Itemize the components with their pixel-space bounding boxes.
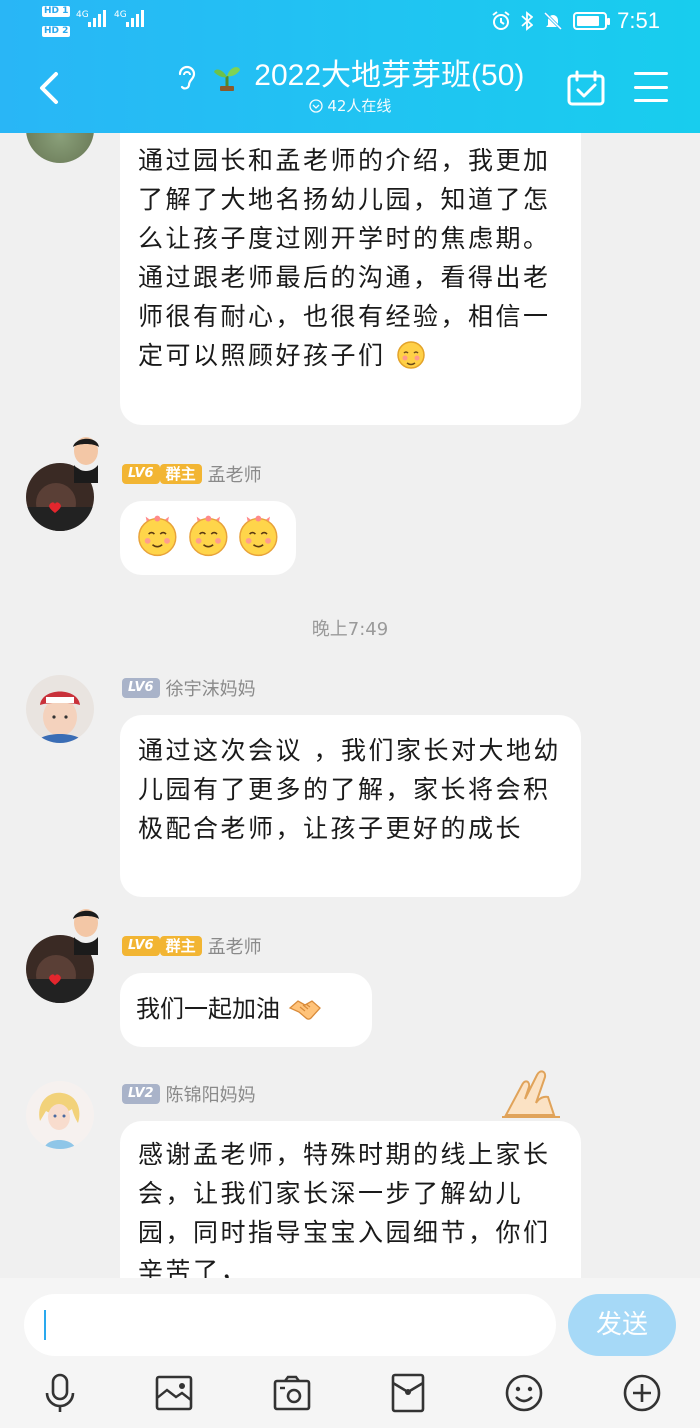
timestamp: 晚上7:49 <box>311 619 389 640</box>
profile-decoration <box>73 437 99 483</box>
avatar[interactable] <box>26 1081 94 1149</box>
emoji-bubble[interactable] <box>120 501 296 575</box>
battery-icon <box>573 12 611 30</box>
sprout-icon <box>213 67 240 92</box>
alarm-icon <box>492 11 510 30</box>
avatar-photo <box>26 675 94 743</box>
level-badge: LV6 <box>122 678 160 698</box>
avatar[interactable] <box>26 675 94 743</box>
battery-fill <box>577 16 600 26</box>
owner-badge: 群主 <box>159 936 202 956</box>
clock: 7:51 <box>617 8 660 33</box>
network1-label: 4G <box>76 10 89 20</box>
status-right: 7:51 <box>491 8 660 34</box>
mute-bell-icon <box>544 11 563 31</box>
level-badge: LV6 <box>122 936 160 956</box>
input-area: 发送 <box>0 1278 700 1428</box>
sender-name[interactable]: 孟老师 <box>208 461 262 487</box>
sender-row: LV6 群主 孟老师 <box>122 461 262 487</box>
camera-icon[interactable] <box>272 1372 312 1414</box>
sim1-indicator: HD 1 <box>42 4 71 17</box>
chat-title-row: 2022大地芽芽班(50) <box>130 56 570 96</box>
praying-hands-decoration <box>502 1070 560 1118</box>
level-badge: LV2 <box>122 1084 160 1104</box>
plus-icon[interactable] <box>622 1372 662 1414</box>
blush-emoji-icon <box>239 515 278 557</box>
calendar-check-button[interactable] <box>566 70 606 106</box>
emoji-icon[interactable] <box>504 1372 544 1414</box>
sender-row: LV6 徐宇沫妈妈 <box>122 675 256 701</box>
owner-badge: 群主 <box>159 464 202 484</box>
sender-row: LV2 陈锦阳妈妈 <box>122 1081 256 1107</box>
message-text: 通过这次会议 ，我们家长对大地幼儿园有了更多的了解，家长将会积极配合老师，让孩子… <box>138 736 561 843</box>
red-packet-icon[interactable] <box>388 1372 428 1414</box>
shy-emoji-icon <box>397 341 425 369</box>
message-input[interactable] <box>24 1294 556 1356</box>
chat-title: 2022大地芽芽班(50) <box>254 59 525 92</box>
blush-emoji-icon <box>138 515 177 557</box>
microphone-icon[interactable] <box>40 1372 80 1414</box>
sender-name[interactable]: 陈锦阳妈妈 <box>166 1081 256 1107</box>
sender-row: LV6 群主 孟老师 <box>122 933 262 959</box>
level-badge: LV6 <box>122 464 160 484</box>
sender-name[interactable]: 徐宇沫妈妈 <box>166 675 256 701</box>
back-button[interactable] <box>34 70 62 106</box>
message-bubble[interactable]: 通过园长和孟老师的介绍，我更加了解了大地名扬幼儿园，知道了怎么让孩子度过刚开学时… <box>120 133 581 425</box>
menu-button[interactable] <box>634 72 668 102</box>
online-count: 42人在线 <box>327 97 392 115</box>
avatar[interactable] <box>26 133 94 163</box>
sim2-indicator: HD 2 <box>42 24 71 37</box>
online-count-row: 42人在线 <box>130 96 570 116</box>
message-text: 感谢孟老师，特殊时期的线上家长会，让我们家长深一步了解幼儿园，同时指导宝宝入园细… <box>138 1140 551 1278</box>
sim1-tag: HD 1 <box>42 6 71 17</box>
message-text: 通过园长和孟老师的介绍，我更加了解了大地名扬幼儿园，知道了怎么让孩子度过刚开学时… <box>138 146 551 370</box>
signal1-icon <box>88 10 106 27</box>
handshake-emoji-icon <box>288 1000 321 1020</box>
ear-icon[interactable] <box>176 63 198 91</box>
menu-line-icon <box>634 72 668 75</box>
message-bubble[interactable]: 通过这次会议 ，我们家长对大地幼儿园有了更多的了解，家长将会积极配合老师，让孩子… <box>120 715 581 897</box>
message-text: 我们一起加油 <box>136 995 280 1023</box>
top-bar: HD 1 HD 2 4G 4G 7:51 2022大地芽芽班(50) 42人在线 <box>0 0 700 133</box>
image-icon[interactable] <box>154 1372 194 1414</box>
text-caret <box>44 1310 46 1340</box>
menu-line-icon <box>634 85 668 89</box>
bluetooth-icon <box>521 11 534 31</box>
input-toolbar <box>0 1368 700 1418</box>
sender-name[interactable]: 孟老师 <box>208 933 262 959</box>
status-bar: HD 1 HD 2 4G 4G 7:51 <box>0 0 700 44</box>
network2-label: 4G <box>114 10 127 20</box>
signal2-icon <box>126 10 144 27</box>
chevron-down-circle-icon <box>308 99 323 113</box>
sim2-tag: HD 2 <box>42 26 71 37</box>
profile-decoration <box>73 909 99 955</box>
avatar-photo <box>26 1081 94 1149</box>
chat-area[interactable]: 通过园长和孟老师的介绍，我更加了解了大地名扬幼儿园，知道了怎么让孩子度过刚开学时… <box>0 133 700 1278</box>
message-bubble[interactable]: 我们一起加油 <box>120 973 372 1047</box>
message-bubble[interactable]: 感谢孟老师，特殊时期的线上家长会，让我们家长深一步了解幼儿园，同时指导宝宝入园细… <box>120 1121 581 1278</box>
blush-emoji-icon <box>188 515 228 557</box>
menu-line-icon <box>634 99 668 102</box>
chat-header[interactable]: 2022大地芽芽班(50) 42人在线 <box>130 56 570 116</box>
send-button[interactable]: 发送 <box>568 1294 676 1356</box>
